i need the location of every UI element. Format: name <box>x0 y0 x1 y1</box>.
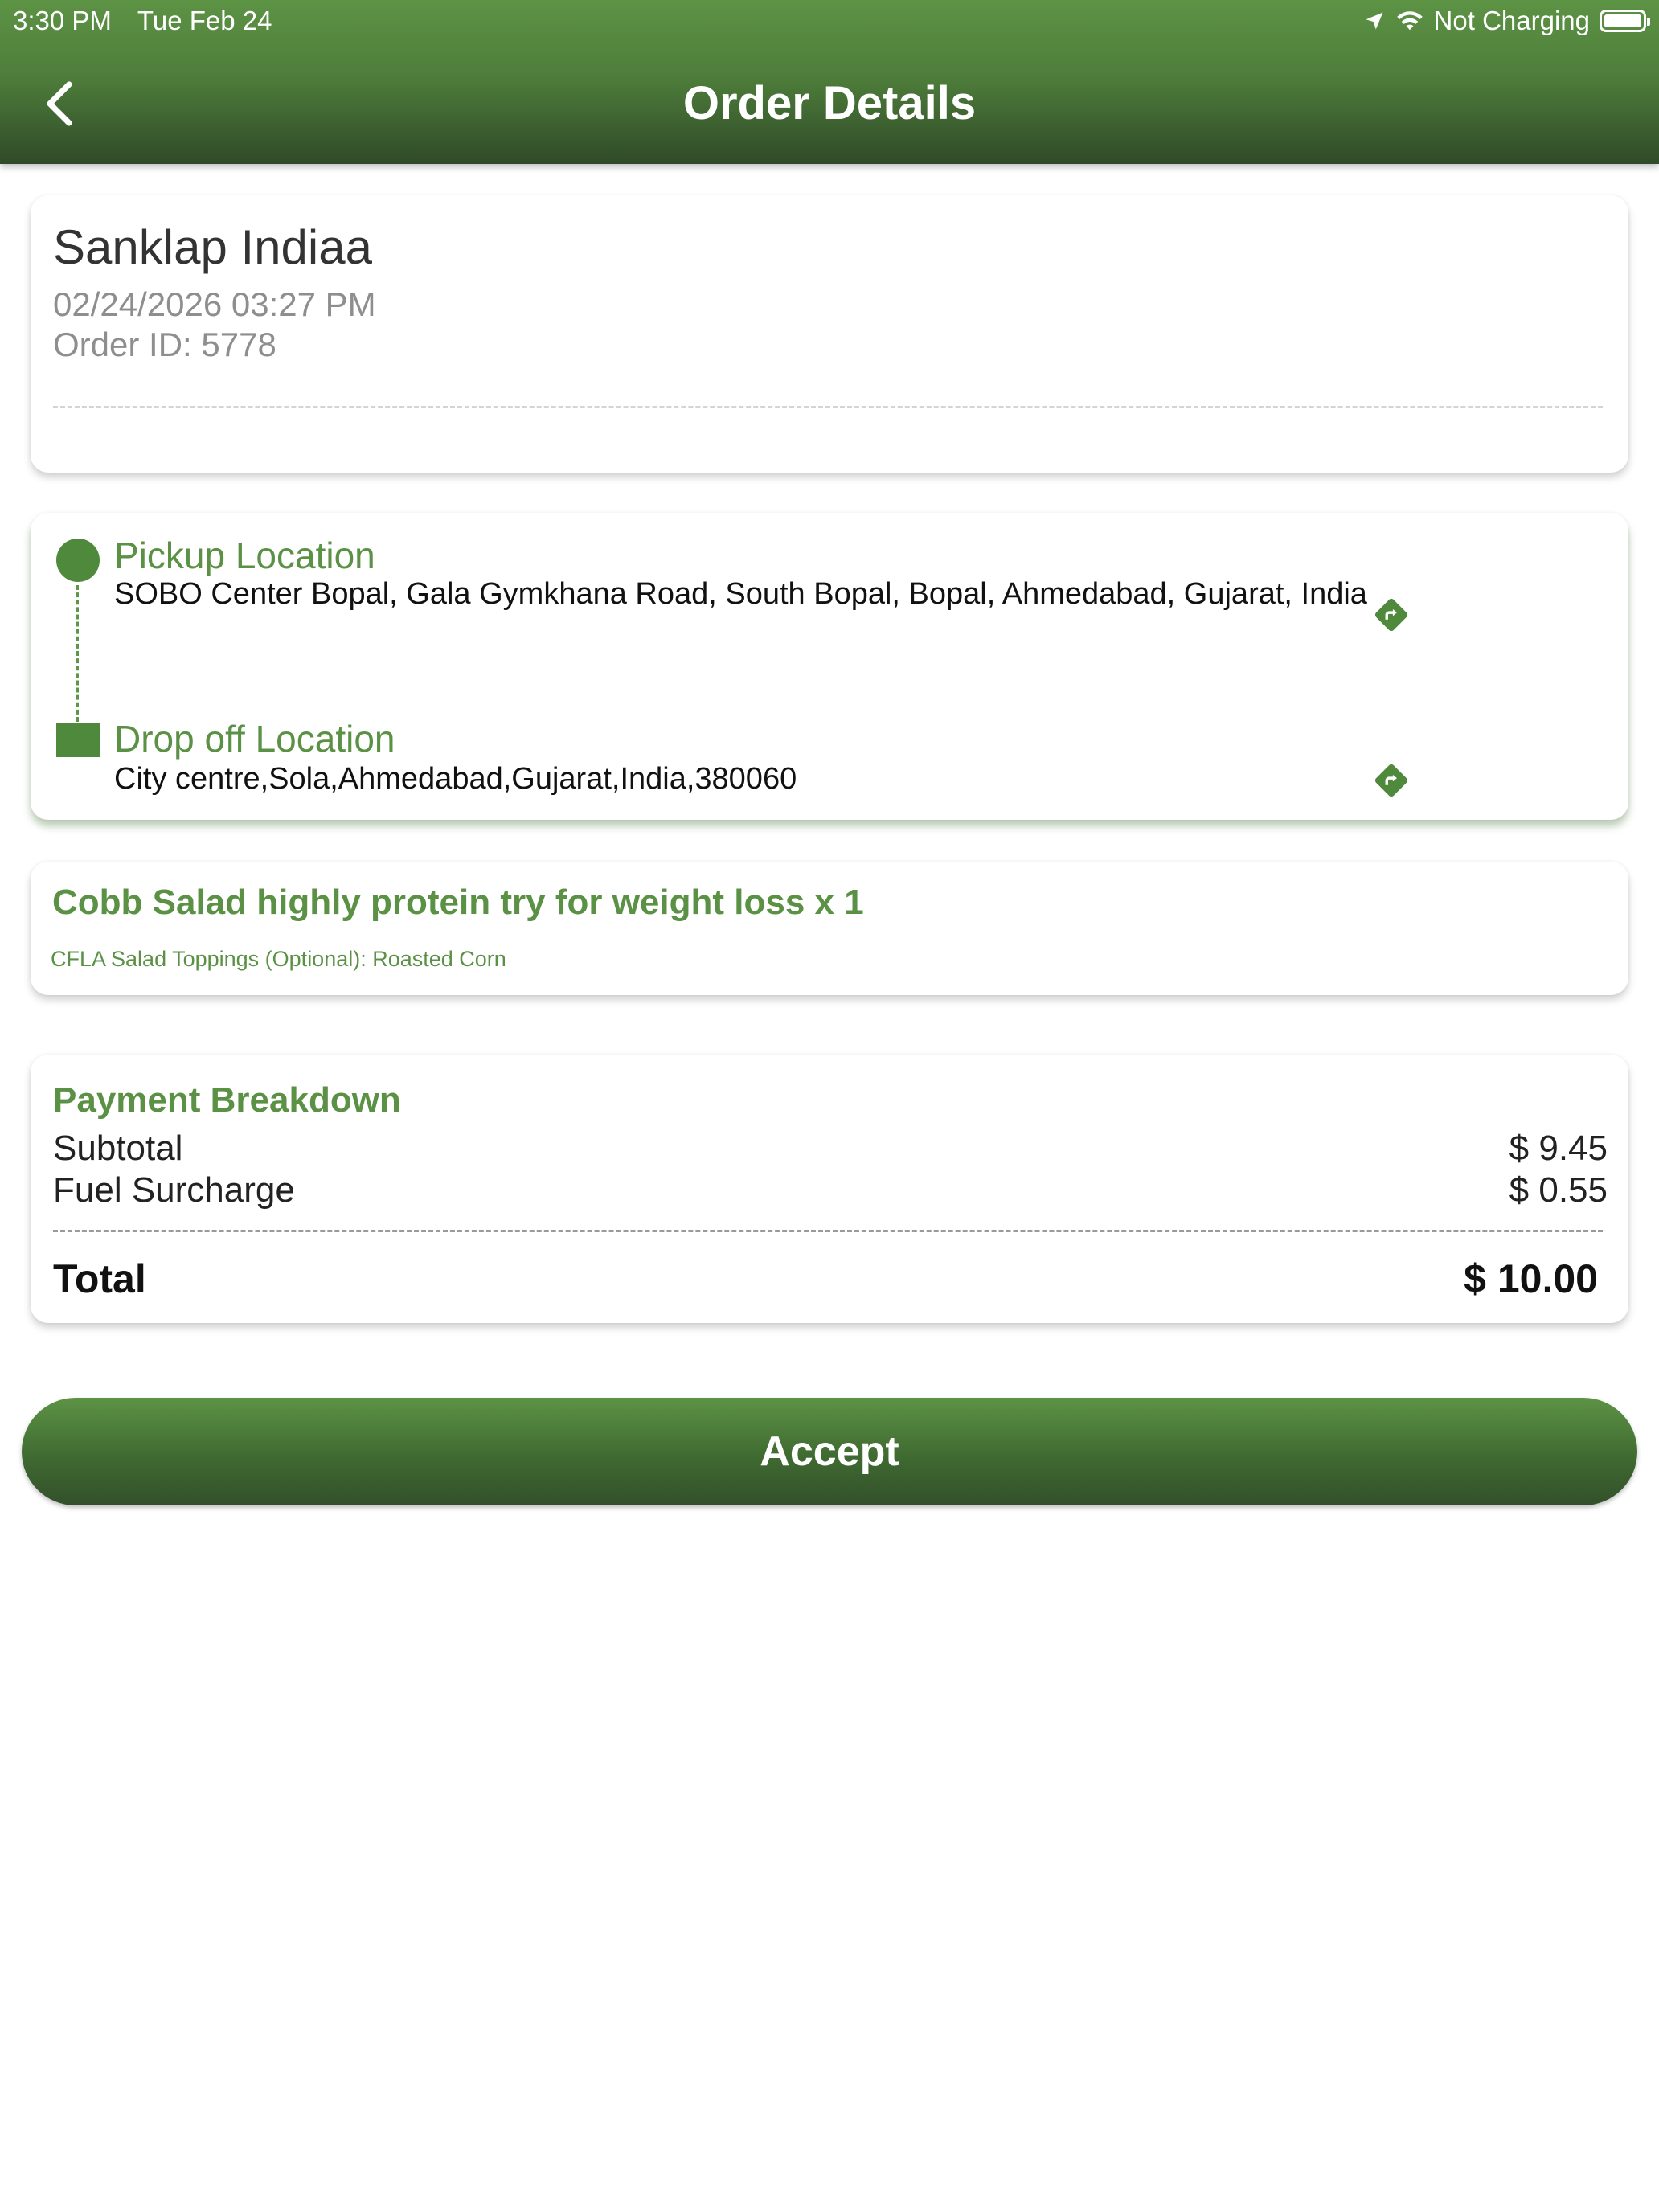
location-arrow-icon <box>1366 12 1383 30</box>
total-value: $ 10.00 <box>1464 1256 1598 1301</box>
pickup-marker-icon <box>56 539 100 582</box>
fuel-surcharge-label: Fuel Surcharge <box>53 1170 295 1210</box>
payment-card: Payment Breakdown Subtotal $ 9.45 Fuel S… <box>31 1055 1628 1323</box>
total-row: Total $ 10.00 <box>53 1256 1598 1302</box>
dropoff-marker-icon <box>56 723 100 757</box>
order-id: Order ID: 5778 <box>53 326 276 363</box>
app-header: 3:30 PM Tue Feb 24 Not Charging Order De… <box>0 0 1659 164</box>
fuel-surcharge-value: $ 0.55 <box>1509 1170 1608 1210</box>
wifi-icon <box>1396 11 1423 31</box>
total-label: Total <box>53 1256 146 1301</box>
divider <box>53 1230 1603 1232</box>
divider <box>53 406 1603 408</box>
item-name: Cobb Salad highly protein try for weight… <box>52 883 864 922</box>
item-option: CFLA Salad Toppings (Optional): Roasted … <box>51 947 506 971</box>
subtotal-label: Subtotal <box>53 1129 183 1168</box>
page-title: Order Details <box>682 77 977 129</box>
status-bar-left: 3:30 PM Tue Feb 24 <box>13 5 272 37</box>
subtotal-row: Subtotal $ 9.45 <box>53 1129 1608 1169</box>
dropoff-directions-icon[interactable] <box>1373 762 1410 799</box>
fuel-surcharge-row: Fuel Surcharge $ 0.55 <box>53 1170 1608 1210</box>
status-time: 3:30 PM <box>13 6 112 35</box>
pickup-address: SOBO Center Bopal, Gala Gymkhana Road, S… <box>114 577 1367 611</box>
order-info-card: Sanklap Indiaa 02/24/2026 03:27 PM Order… <box>31 195 1628 473</box>
pickup-directions-icon[interactable] <box>1373 596 1410 633</box>
subtotal-value: $ 9.45 <box>1509 1129 1608 1168</box>
payment-title: Payment Breakdown <box>53 1080 401 1120</box>
customer-name: Sanklap Indiaa <box>53 220 372 274</box>
pickup-title: Pickup Location <box>114 535 375 576</box>
charging-status: Not Charging <box>1433 6 1590 35</box>
order-datetime: 02/24/2026 03:27 PM <box>53 285 376 323</box>
accept-button[interactable]: Accept <box>22 1398 1637 1505</box>
order-item-card: Cobb Salad highly protein try for weight… <box>31 862 1628 995</box>
status-bar-right: Not Charging <box>1363 5 1650 37</box>
status-date: Tue Feb 24 <box>137 6 272 35</box>
dropoff-address: City centre,Sola,Ahmedabad,Gujarat,India… <box>114 762 797 796</box>
locations-card: Pickup Location SOBO Center Bopal, Gala … <box>31 513 1628 820</box>
dropoff-title: Drop off Location <box>114 718 395 760</box>
battery-icon <box>1600 10 1650 32</box>
route-line <box>76 585 79 722</box>
